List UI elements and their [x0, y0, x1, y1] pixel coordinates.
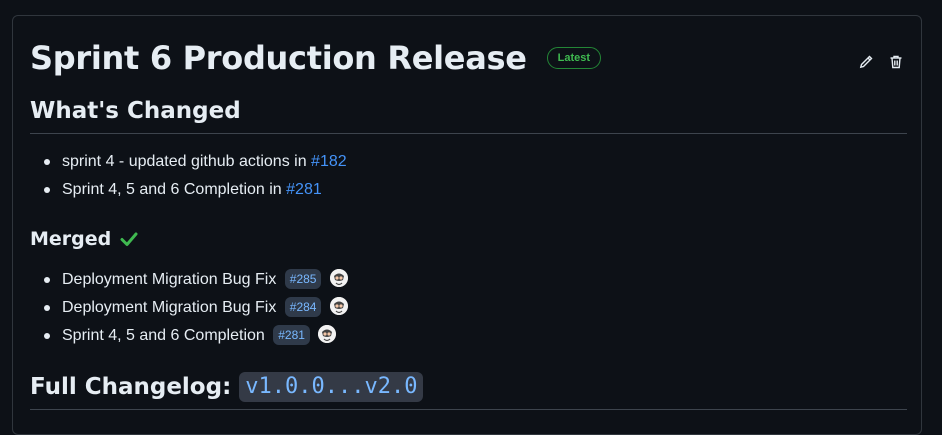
- pr-link[interactable]: #281: [286, 181, 322, 198]
- list-item: Deployment Migration Bug Fix #284: [44, 294, 348, 322]
- list-item: Deployment Migration Bug Fix #285: [44, 266, 348, 294]
- release-title[interactable]: Sprint 6 Production Release: [30, 38, 527, 78]
- full-changelog-label: Full Changelog:: [30, 374, 232, 400]
- changelog-range-link[interactable]: v1.0.0...v2.0: [239, 372, 424, 402]
- changelog-divider: [30, 409, 907, 410]
- list-item: sprint 4 - updated github actions in #18…: [44, 148, 347, 176]
- list-item-text: sprint 4 - updated github actions in: [62, 153, 312, 170]
- release-header: Sprint 6 Production Release Latest: [30, 38, 904, 78]
- whats-changed-heading: What's Changed: [30, 98, 241, 124]
- list-item-text: Deployment Migration Bug Fix: [62, 299, 277, 316]
- pr-reference[interactable]: #284: [284, 297, 322, 317]
- list-item: Sprint 4, 5 and 6 Completion #281: [44, 322, 348, 350]
- heading-divider: [30, 133, 907, 134]
- merged-heading-row: Merged: [30, 228, 139, 250]
- pr-link[interactable]: #182: [311, 153, 347, 170]
- octocat-icon[interactable]: [329, 269, 348, 287]
- trash-icon[interactable]: [887, 53, 905, 71]
- pr-reference[interactable]: #281: [273, 325, 310, 345]
- full-changelog-row: Full Changelog: v1.0.0...v2.0: [30, 372, 424, 402]
- list-item-text: Sprint 4, 5 and 6 Completion in: [62, 181, 287, 198]
- release-actions: [857, 53, 905, 71]
- whats-changed-list: sprint 4 - updated github actions in #18…: [30, 148, 347, 204]
- octocat-icon[interactable]: [329, 297, 348, 315]
- merged-heading: Merged: [30, 228, 112, 250]
- latest-badge: Latest: [546, 47, 602, 69]
- release-card: Sprint 6 Production Release Latest What'…: [12, 15, 922, 435]
- merged-list: Deployment Migration Bug Fix #285 Deploy…: [30, 266, 348, 350]
- check-icon: [120, 232, 138, 246]
- octocat-icon[interactable]: [318, 325, 337, 343]
- list-item-text: Deployment Migration Bug Fix: [62, 271, 277, 288]
- pr-reference[interactable]: #285: [284, 269, 322, 289]
- pencil-icon[interactable]: [857, 53, 875, 71]
- list-item: Sprint 4, 5 and 6 Completion in #281: [44, 176, 347, 204]
- list-item-text: Sprint 4, 5 and 6 Completion: [62, 327, 265, 344]
